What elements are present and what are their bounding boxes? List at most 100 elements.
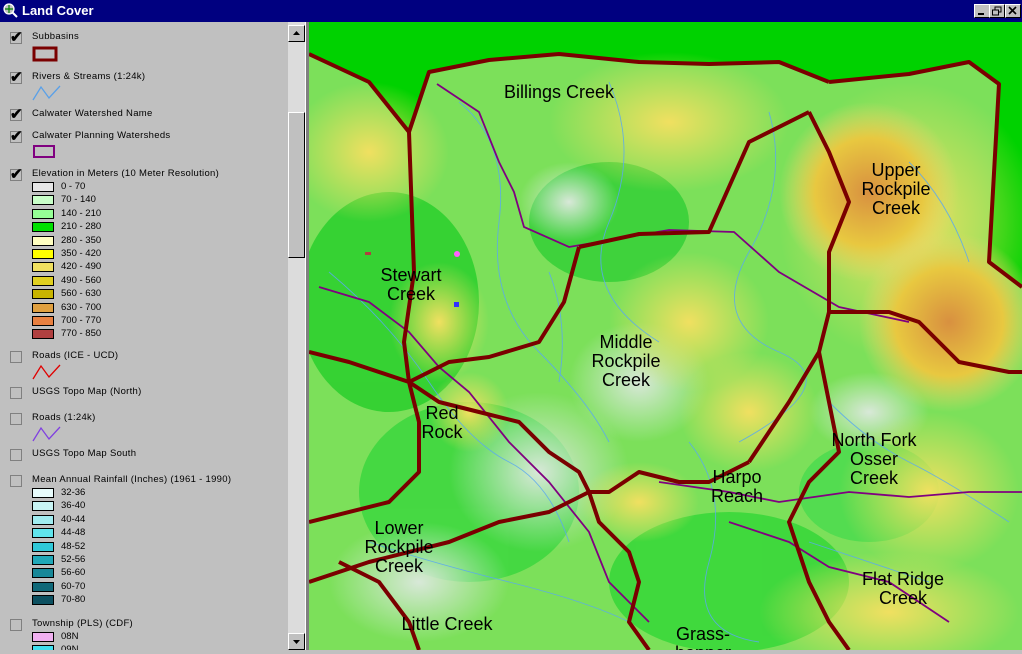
color-swatch — [32, 302, 54, 313]
class-label: 700 - 770 — [61, 315, 102, 326]
watershed-label-line: Lower — [374, 518, 423, 538]
watershed-label-line: Red — [425, 403, 458, 423]
legend-class-row: 36-40 — [32, 500, 272, 513]
checkmark-icon: ✔ — [10, 69, 23, 86]
watershed-label-line: Reach — [711, 486, 763, 506]
color-swatch — [32, 275, 54, 286]
layer-name: Calwater Planning Watersheds — [32, 130, 171, 141]
watershed-label: Red Rock — [421, 403, 463, 442]
layer-checkbox[interactable] — [10, 413, 22, 425]
watershed-label-line: Flat Ridge — [862, 569, 944, 589]
layer-checkbox[interactable]: ✔ — [10, 106, 23, 123]
color-swatch — [32, 289, 54, 300]
class-label: 140 - 210 — [61, 207, 102, 219]
legend-class-row: 140 - 210 — [32, 208, 272, 221]
color-swatch — [32, 528, 54, 539]
watershed-label: Harpo Reach — [711, 467, 763, 506]
layer-name: Rivers & Streams (1:24k) — [32, 71, 146, 82]
class-label: 09N — [61, 644, 79, 650]
layer-checkbox[interactable] — [10, 619, 22, 631]
scroll-up-button[interactable] — [288, 25, 305, 42]
arrow-down-icon — [293, 640, 300, 644]
map-view[interactable]: Billings Creek Upper Rockpile Creek Stewart C… — [309, 22, 1022, 650]
legend-class-row: 32-36 — [32, 487, 272, 500]
scroll-down-button[interactable] — [288, 633, 305, 650]
watershed-label: Little Creek — [401, 614, 493, 634]
layer-checkbox[interactable]: ✔ — [10, 166, 23, 183]
watershed-label-line: Creek — [850, 468, 899, 488]
legend-class-row: 0 - 70 — [32, 181, 272, 194]
restore-button[interactable] — [989, 4, 1005, 18]
legend-class-row: 56-60 — [32, 567, 272, 580]
class-label: 32-36 — [61, 487, 86, 498]
color-swatch — [32, 235, 54, 246]
legend-class-row: 52-56 — [32, 554, 272, 567]
legend-class-row: 560 - 630 — [32, 288, 272, 301]
legend-class-row: 48-52 — [32, 541, 272, 554]
legend-class-row: 490 - 560 — [32, 275, 272, 288]
watershed-label-line: Harpo — [712, 467, 761, 487]
color-swatch — [32, 581, 54, 592]
legend-scrollbar[interactable] — [288, 22, 305, 650]
close-button[interactable] — [1005, 4, 1021, 18]
watershed-label-line: hopper — [675, 643, 731, 650]
layer-name: Elevation in Meters (10 Meter Resolution… — [32, 168, 220, 179]
legend-class-row: 08N — [32, 631, 272, 644]
layer-checkbox[interactable] — [10, 449, 22, 461]
class-label: 280 - 350 — [61, 234, 102, 246]
class-label: 70 - 140 — [61, 194, 96, 206]
layer-checkbox[interactable]: ✔ — [10, 69, 23, 86]
layer-name: USGS Topo Map South — [32, 448, 137, 459]
layer-name: Township (PLS) (CDF) — [32, 618, 134, 629]
legend-panel: ✔ Subbasins ✔ Rivers & Streams (1:24k) ✔… — [0, 22, 288, 650]
legend-class-row: 70-80 — [32, 594, 272, 607]
minimize-icon — [978, 13, 984, 15]
layer-checkbox[interactable] — [10, 475, 22, 487]
watershed-label-line: Rockpile — [861, 179, 930, 199]
watershed-label-line: Osser — [850, 449, 898, 469]
class-label: 08N — [61, 631, 79, 642]
color-swatch — [32, 249, 54, 259]
layer-name: Mean Annual Rainfall (Inches) (1961 - 19… — [32, 474, 232, 485]
class-label: 490 - 560 — [61, 274, 102, 286]
color-swatch — [32, 645, 54, 650]
class-label: 52-56 — [61, 554, 86, 565]
class-label: 60-70 — [61, 580, 86, 592]
layer-name: Subbasins — [32, 31, 80, 42]
class-label: 48-52 — [61, 540, 86, 552]
layer-checkbox[interactable] — [10, 351, 22, 363]
legend-class-row: 09N — [32, 644, 272, 650]
window-title: Land Cover — [22, 3, 94, 18]
class-label: 350 - 420 — [61, 248, 102, 259]
layer-checkbox[interactable] — [10, 387, 22, 399]
color-swatch — [32, 208, 54, 219]
checkmark-icon: ✔ — [10, 166, 23, 183]
class-label: 36-40 — [61, 500, 86, 512]
planning-watershed-symbol — [33, 145, 55, 158]
class-label: 0 - 70 — [61, 181, 86, 192]
layer-name: Roads (1:24k) — [32, 412, 96, 423]
color-swatch — [32, 488, 54, 498]
map-canvas[interactable]: Billings CreekUpper Rockpile CreekStewart C… — [309, 22, 1022, 650]
color-swatch — [32, 222, 54, 233]
watershed-label-line: North Fork — [831, 430, 917, 450]
layer-checkbox[interactable]: ✔ — [10, 29, 23, 46]
arrow-up-icon — [293, 31, 300, 35]
class-label: 70-80 — [61, 594, 86, 606]
minimize-button[interactable] — [974, 4, 990, 18]
close-icon — [1008, 6, 1017, 15]
class-label: 210 - 280 — [61, 221, 102, 233]
subbasin-symbol — [32, 46, 58, 62]
color-swatch — [32, 555, 54, 565]
class-label: 44-48 — [61, 527, 86, 539]
color-swatch — [32, 632, 54, 642]
layer-name: USGS Topo Map (North) — [32, 386, 142, 397]
arcview-globe-icon — [3, 3, 18, 18]
road-line-symbol — [32, 426, 61, 442]
layer-checkbox[interactable]: ✔ — [10, 128, 23, 145]
color-swatch — [32, 514, 54, 525]
legend-class-row: 40-44 — [32, 514, 272, 527]
class-label: 560 - 630 — [61, 288, 102, 300]
stream-line-symbol — [32, 85, 61, 101]
scroll-thumb[interactable] — [288, 112, 305, 258]
